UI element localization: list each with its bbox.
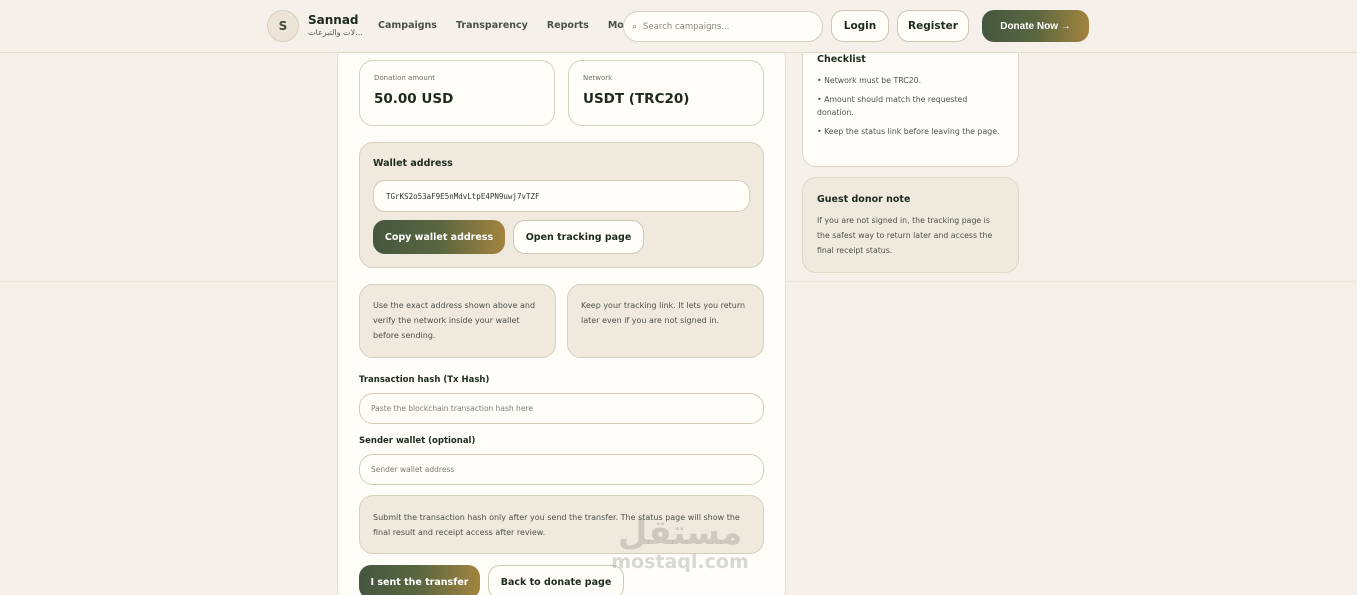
tip-exact-address-text: Use the exact address shown above and ve… [373, 301, 536, 340]
brand[interactable]: S Sannad ...لات والتبرعات [267, 10, 368, 42]
i-sent-transfer-button[interactable]: I sent the transfer [359, 565, 480, 595]
checklist-item: • Network must be TRC20. [817, 76, 922, 85]
login-button[interactable]: Login [831, 10, 889, 42]
network-value: USDT (TRC20) [583, 91, 690, 107]
nav-campaigns[interactable]: Campaigns [378, 20, 437, 31]
submission-note-text: Submit the transaction hash only after y… [373, 513, 740, 537]
nav-transparency[interactable]: Transparency [456, 20, 528, 31]
submission-note: Submit the transaction hash only after y… [359, 495, 764, 554]
search-input[interactable] [643, 21, 804, 32]
payment-card: Donation amount 50.00 USD Network USDT (… [337, 44, 786, 595]
network-label: Network [583, 74, 613, 82]
checklist-card: Checklist • Network must be TRC20. • Amo… [802, 40, 1019, 167]
network-box: Network USDT (TRC20) [568, 60, 764, 126]
brand-text: Sannad ...لات والتبرعات [308, 13, 368, 39]
wallet-address-title: Wallet address [373, 158, 453, 169]
nav-reports[interactable]: Reports [547, 20, 589, 31]
copy-wallet-address-button[interactable]: Copy wallet address [373, 220, 505, 254]
register-button[interactable]: Register [897, 10, 969, 42]
checklist-title: Checklist [817, 54, 866, 65]
guest-donor-note-card: Guest donor note If you are not signed i… [802, 177, 1019, 273]
brand-logo-icon: S [267, 10, 299, 42]
brand-name: Sannad [308, 13, 359, 27]
donation-amount-label: Donation amount [374, 74, 436, 82]
open-tracking-page-button[interactable]: Open tracking page [513, 220, 644, 254]
top-header: S Sannad ...لات والتبرعات Campaigns Tran… [0, 0, 1357, 53]
donate-now-button[interactable]: Donate Now → [982, 10, 1089, 42]
back-to-donate-button[interactable]: Back to donate page [488, 565, 624, 595]
donation-amount-box: Donation amount 50.00 USD [359, 60, 555, 126]
wallet-address-field[interactable]: TGrKS2o53aF9E5nMdvLtpE4PN9uwj7vTZF [373, 180, 750, 212]
search-icon: ⌕ [632, 21, 638, 32]
brand-subtitle: ...لات والتبرعات [308, 28, 363, 37]
tip-tracking-link-text: Keep your tracking link. It lets you ret… [581, 301, 746, 325]
main-nav: Campaigns Transparency Reports More [378, 20, 654, 31]
donation-amount-value: 50.00 USD [374, 91, 454, 107]
checklist-item: • Keep the status link before leaving th… [817, 127, 1000, 136]
tip-exact-address: Use the exact address shown above and ve… [359, 284, 556, 358]
sender-wallet-label: Sender wallet (optional) [359, 436, 476, 446]
guest-note-text: If you are not signed in, the tracking p… [817, 216, 993, 255]
guest-note-title: Guest donor note [817, 194, 911, 205]
wallet-address-box: Wallet address TGrKS2o53aF9E5nMdvLtpE4PN… [359, 142, 764, 268]
tx-hash-input[interactable] [359, 393, 764, 424]
tip-tracking-link: Keep your tracking link. It lets you ret… [567, 284, 764, 358]
checklist-item: • Amount should match the requested dona… [817, 95, 968, 117]
checklist-list: • Network must be TRC20. • Amount should… [817, 74, 1004, 138]
tx-hash-label: Transaction hash (Tx Hash) [359, 375, 490, 385]
search-box[interactable]: ⌕ [623, 11, 823, 42]
sender-wallet-input[interactable] [359, 454, 764, 485]
